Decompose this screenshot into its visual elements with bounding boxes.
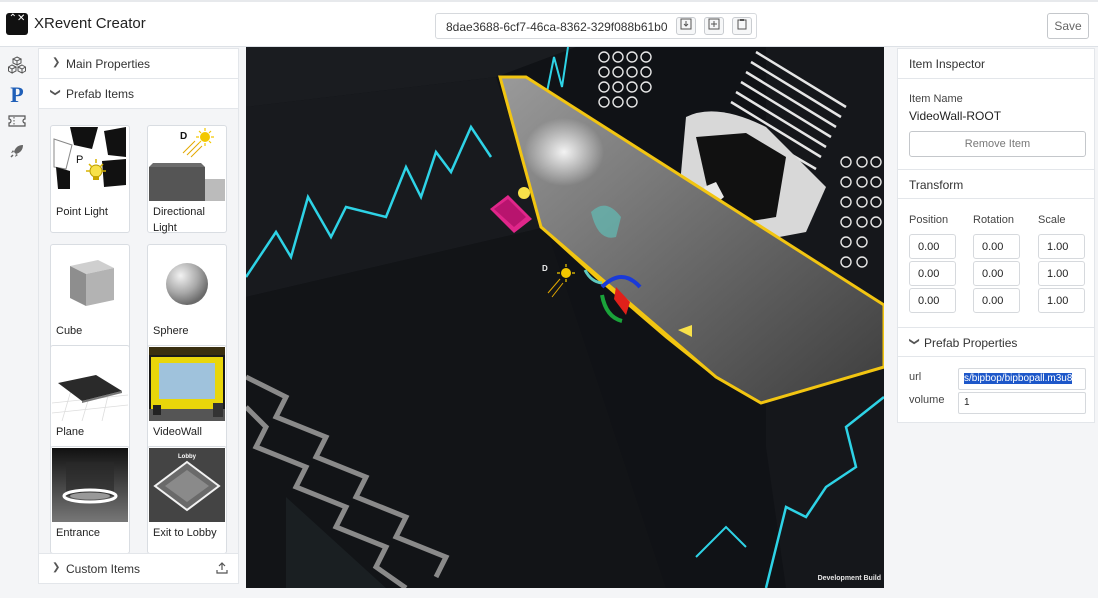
left-rail: P (0, 48, 34, 598)
plane-thumbnail (52, 347, 128, 421)
scale-x-input[interactable]: 1.00 (1038, 234, 1085, 259)
prefab-name: Exit to Lobby (153, 527, 217, 539)
thumb-letter-d: D (180, 131, 187, 142)
item-id-text: 8dae3688-6cf7-46ca-8362-329f088b61b0 (446, 20, 668, 34)
upload-icon[interactable] (216, 562, 228, 577)
custom-items-header[interactable]: ❯ Custom Items (39, 553, 238, 583)
point-light-thumbnail: P (52, 127, 128, 201)
item-inspector: Item Inspector Item Name VideoWall-ROOT … (897, 48, 1095, 423)
volume-label: volume (909, 394, 945, 406)
prefab-icon[interactable]: P (7, 84, 27, 106)
save-button[interactable]: Save (1047, 13, 1089, 39)
prefab-name: Entrance (56, 527, 101, 539)
thumb-letter-p: P (76, 154, 83, 166)
directional-light-thumbnail: D (149, 127, 225, 201)
scale-z-input[interactable]: 1.00 (1038, 288, 1085, 313)
item-id-field[interactable]: 8dae3688-6cf7-46ca-8362-329f088b61b0 (435, 13, 757, 39)
logo-glyph: ⌃✕ (8, 13, 26, 24)
cube-thumbnail (52, 246, 128, 320)
scale-y-input[interactable]: 1.00 (1038, 261, 1085, 286)
ticket-icon[interactable] (7, 114, 27, 134)
prefab-tile-entrance[interactable]: Entrance (50, 446, 130, 554)
app-title: XRevent Creator (34, 15, 146, 32)
item-name-label: Item Name (909, 93, 963, 105)
app-logo: ⌃✕ (6, 13, 28, 35)
download-icon[interactable] (676, 17, 696, 35)
viewport-d-label: D (542, 264, 548, 273)
clipboard-icon[interactable] (732, 17, 752, 35)
app-header: ⌃✕ XRevent Creator 8dae3688-6cf7-46ca-83… (0, 0, 1098, 47)
transform-title: Transform (909, 178, 964, 192)
prefab-tile-cube[interactable]: Cube (50, 244, 130, 352)
prefab-tile-sphere[interactable]: Sphere (147, 244, 227, 352)
transform-header: Transform (898, 169, 1094, 199)
videowall-thumbnail (149, 347, 225, 421)
volume-input[interactable]: 1 (958, 392, 1086, 414)
prefab-name: Cube (56, 325, 83, 337)
prefab-items-header[interactable]: ❯ Prefab Items (39, 79, 238, 109)
chevron-down-icon: ❯ (49, 88, 61, 97)
rocket-icon[interactable] (7, 143, 27, 163)
prefab-tile-point-light[interactable]: P Point Light (50, 125, 130, 233)
thumb-lobby-text: Lobby (178, 454, 197, 460)
position-label: Position (909, 214, 949, 226)
prefab-name: Point Light (56, 206, 108, 218)
rotation-z-input[interactable]: 0.00 (973, 288, 1020, 313)
prefab-items-label: Prefab Items (66, 87, 135, 101)
scene-render: D (246, 47, 884, 588)
prefab-name: Plane (56, 426, 85, 438)
item-inspector-title: Item Inspector (909, 57, 986, 71)
prefab-properties-title: Prefab Properties (924, 336, 1018, 350)
prefab-tile-directional-light[interactable]: D Directional Light (147, 125, 227, 234)
entrance-thumbnail (52, 448, 128, 522)
main-properties-label: Main Properties (66, 57, 151, 71)
prefab-tile-exit-to-lobby[interactable]: Lobby Exit to Lobby (147, 446, 227, 554)
scale-label: Scale (1038, 214, 1066, 226)
prefab-properties-header[interactable]: ❯ Prefab Properties (898, 327, 1094, 357)
position-y-input[interactable]: 0.00 (909, 261, 956, 286)
cubes-icon[interactable] (7, 56, 27, 76)
custom-items-label: Custom Items (66, 562, 141, 576)
rotation-label: Rotation (973, 214, 1014, 226)
item-name-value: VideoWall-ROOT (909, 109, 1002, 123)
left-panel: ❯ Main Properties ❯ Prefab Items P Point… (38, 48, 239, 584)
development-build-label: Development Build (817, 575, 881, 582)
rotation-y-input[interactable]: 0.00 (973, 261, 1020, 286)
scene-viewport[interactable]: D Development Build (246, 47, 884, 588)
chevron-down-icon: ❯ (908, 337, 920, 346)
item-inspector-header: Item Inspector (898, 49, 1094, 79)
url-input[interactable]: s/bipbop/bipbopall.m3u8 (958, 368, 1086, 390)
main-properties-header[interactable]: ❯ Main Properties (39, 49, 238, 79)
url-label: url (909, 371, 922, 383)
chevron-right-icon: ❯ (52, 562, 61, 573)
prefab-list: P Point Light D Directional Light Cube S… (39, 109, 238, 554)
prefab-tile-plane[interactable]: Plane (50, 345, 130, 453)
prefab-tile-videowall[interactable]: VideoWall (147, 345, 227, 453)
prefab-name: Directional Light (153, 206, 205, 234)
position-x-input[interactable]: 0.00 (909, 234, 956, 259)
add-icon[interactable] (704, 17, 724, 35)
url-value: s/bipbop/bipbopall.m3u8 (964, 373, 1073, 384)
position-z-input[interactable]: 0.00 (909, 288, 956, 313)
rotation-x-input[interactable]: 0.00 (973, 234, 1020, 259)
remove-item-button[interactable]: Remove Item (909, 131, 1086, 157)
prefab-name: VideoWall (153, 426, 202, 438)
chevron-right-icon: ❯ (52, 57, 61, 68)
prefab-name: Sphere (153, 325, 189, 337)
sphere-thumbnail (149, 246, 225, 320)
exit-to-lobby-thumbnail: Lobby (149, 448, 225, 522)
